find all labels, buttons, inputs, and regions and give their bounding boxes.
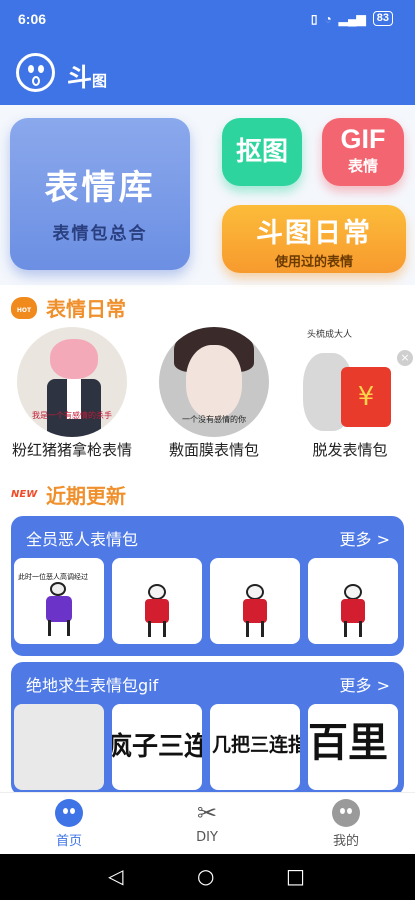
wifi-icon: ◔ [324,11,332,26]
battery-icon: 83 [372,11,393,26]
more-link[interactable]: 更多 > [340,526,391,550]
pig-image: 我是一个有感情的杀手 [17,327,127,437]
app-logo-icon [16,53,55,92]
emoji-library-title: 表情库 [44,168,156,208]
nav-home-label: 首页 [55,834,82,849]
system-nav-bar: ◁ ○ □ [0,854,415,900]
back-icon[interactable]: ◁ [108,864,123,888]
pack-thumb[interactable]: 几把三连指 [210,704,300,790]
daily-title: 斗图日常 [256,218,372,249]
emoji-library-subtitle: 表情包总合 [52,224,148,244]
red-packet-icon: ¥ [341,367,391,427]
status-bar: 6:06 ▯ ◔ ▂▄▆ 83 [0,0,415,40]
emoji-library-card[interactable]: 表情库 表情包总合 [10,118,190,270]
hot-icon: HOT [11,296,37,319]
gif-card[interactable]: GIF 表情 [322,118,404,186]
pack-thumb[interactable]: 疯子三连 [112,704,202,790]
more-link[interactable]: 更多 > [340,672,391,696]
pack-thumbs: 疯子三连 几把三连指 百里 [14,704,398,790]
close-icon[interactable]: × [397,350,413,366]
pack-thumbs: 此时一位恶人高调经过 [14,558,398,644]
daily-section-title: 表情日常 [46,297,126,321]
daily-section-header: HOT 表情日常 [11,293,126,322]
nav-home[interactable]: 首页 [29,799,109,849]
pack-thumb[interactable] [308,558,398,644]
app-bar: 斗图 [0,40,415,105]
new-icon: NEW [11,488,38,500]
daily-item-pig[interactable]: 我是一个有感情的杀手 粉红猪猪拿枪表情 [10,327,134,460]
app-title: 斗图 [67,63,108,92]
scissors-icon: ✂ [196,799,218,827]
daily-subtitle: 使用过的表情 [274,255,353,270]
nav-diy-label: DIY [196,830,218,845]
bottom-nav: 首页 ✂ DIY 我的 [0,792,415,854]
pack-title: 绝地求生表情包gif [26,676,159,695]
nav-diy[interactable]: ✂ DIY [167,799,247,845]
pack-title: 全员恶人表情包 [26,530,139,549]
home-face-icon [55,799,83,827]
pack-thumb[interactable] [112,558,202,644]
profile-face-icon [332,799,360,827]
status-time: 6:06 [18,11,47,27]
mask-image: 一个没有感情的你 [159,327,269,437]
daily-item-label: 粉红猪猪拿枪表情 [11,441,132,459]
pack-card[interactable]: 绝地求生表情包gif 更多 > 疯子三连 几把三连指 百里 [11,662,404,796]
pack-thumb[interactable]: 此时一位恶人高调经过 [14,558,104,644]
recent-section-title: 近期更新 [46,484,126,508]
cutout-card[interactable]: 抠图 [222,118,302,186]
feature-cards: 表情库 表情包总合 抠图 GIF 表情 斗图日常 使用过的表情 [0,105,415,285]
daily-item-mask[interactable]: 一个没有感情的你 敷面膜表情包 [152,327,276,460]
pack-card[interactable]: 全员恶人表情包 更多 > 此时一位恶人高调经过 [11,516,404,656]
status-icons: ▯ ◔ ▂▄▆ 83 [311,11,393,26]
pack-thumb[interactable] [210,558,300,644]
recent-apps-icon[interactable]: □ [286,864,305,888]
hairloss-image: 头梳成大人 ¥ [295,327,405,437]
nav-mine[interactable]: 我的 [306,799,386,849]
gif-subtitle: 表情 [347,157,378,175]
daily-card[interactable]: 斗图日常 使用过的表情 [222,205,406,273]
pack-thumb[interactable] [14,704,104,790]
daily-item-label: 敷面膜表情包 [168,441,259,459]
pack-thumb[interactable]: 百里 [308,704,398,790]
nav-mine-label: 我的 [332,834,359,849]
recent-section-header: NEW 近期更新 [11,480,126,509]
home-icon[interactable]: ○ [197,864,214,888]
gif-title: GIF [340,124,386,154]
daily-item-hairloss[interactable]: 头梳成大人 ¥ 脱发表情包 [288,327,412,460]
vibrate-icon: ▯ [310,11,318,26]
daily-item-label: 脱发表情包 [312,441,388,459]
signal-icon: ▂▄▆ [338,11,366,26]
